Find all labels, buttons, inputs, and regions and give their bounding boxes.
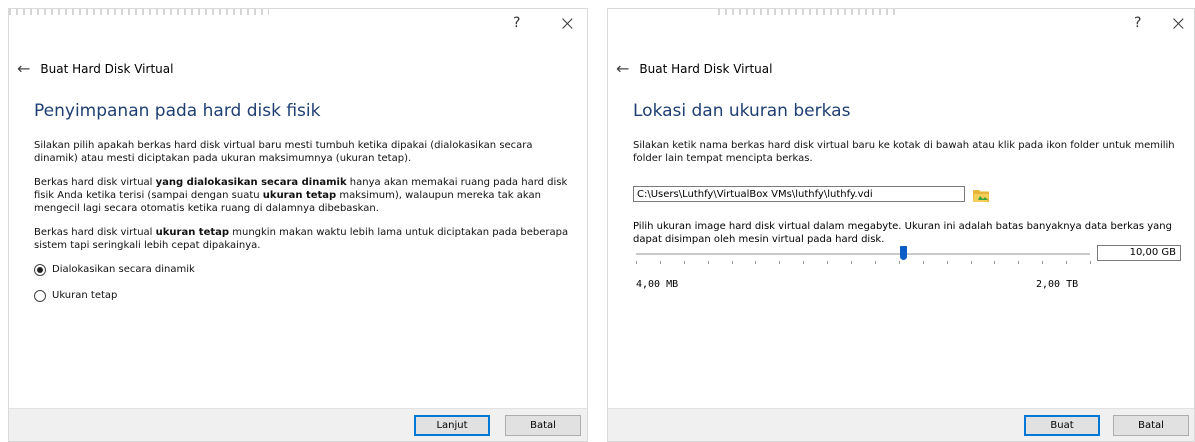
create-button[interactable]: Buat [1024,415,1100,436]
back-arrow-icon[interactable]: ← [616,59,629,78]
slider-tick [994,261,996,264]
slider-tick [659,261,661,264]
size-slider[interactable] [636,246,1091,279]
slider-tick [922,261,924,264]
help-button[interactable]: ? [513,15,520,31]
slider-tick [755,261,757,264]
slider-tick [851,261,853,264]
location-instructions: Silakan ketik nama berkas hard disk virt… [633,140,1175,164]
slider-tick [731,261,733,264]
fixed-description: Berkas hard disk virtual ukuran tetap mu… [34,227,569,251]
slider-tick [1018,261,1020,264]
button-bar: Lanjut Batal [9,408,587,441]
titlebar: ? × [608,9,1194,43]
slider-tick [803,261,805,264]
slider-tick [827,261,829,264]
file-path-input[interactable] [633,186,965,202]
slider-tick [636,261,637,264]
slider-tick [683,261,685,264]
size-instructions: Pilih ukuran image hard disk virtual dal… [633,221,1172,245]
intro-text: Silakan pilih apakah berkas hard disk vi… [34,140,533,164]
folder-icon[interactable] [973,187,989,202]
slider-tick [970,261,972,264]
size-input[interactable]: 10,00 GB [1097,245,1181,261]
slider-thumb[interactable] [900,246,907,260]
slider-tick [1066,261,1068,264]
radio-fixed-label: Ukuran tetap [52,290,118,301]
radio-fixed[interactable]: Ukuran tetap [34,289,579,302]
help-button[interactable]: ? [1134,15,1141,31]
page-title: Lokasi dan ukuran berkas [633,101,851,121]
dialog-storage-type: ? × ← Buat Hard Disk Virtual Penyimpanan… [8,8,588,442]
slider-tick [898,261,900,264]
close-button[interactable]: × [559,11,576,35]
slider-tick [1042,261,1044,264]
slider-tick [779,261,781,264]
cancel-button[interactable]: Batal [505,415,581,436]
back-arrow-icon[interactable]: ← [17,59,30,78]
slider-tick [1090,261,1091,264]
slider-tick [707,261,709,264]
dynamic-description: Berkas hard disk virtual yang dialokasik… [34,177,568,214]
path-row [633,186,989,202]
slider-tick [946,261,948,264]
wizard-title: Buat Hard Disk Virtual [639,61,773,76]
slider-tick [874,261,876,264]
close-button[interactable]: × [1170,11,1187,35]
size-max-label: 2,00 TB [1036,279,1079,290]
page-content: Silakan pilih apakah berkas hard disk vi… [34,139,579,315]
titlebar: ? × [9,9,587,43]
radio-selected-icon[interactable] [34,263,46,276]
wizard-header: ← Buat Hard Disk Virtual [17,59,173,78]
page-title: Penyimpanan pada hard disk fisik [34,101,321,121]
slider-ticks [636,261,1091,265]
button-bar: Buat Batal [608,408,1194,441]
wizard-title: Buat Hard Disk Virtual [40,61,174,76]
location-text: Silakan ketik nama berkas hard disk virt… [633,139,1181,176]
next-button[interactable]: Lanjut [414,415,490,436]
radio-dynamic[interactable]: Dialokasikan secara dinamik [34,263,579,276]
wizard-header: ← Buat Hard Disk Virtual [616,59,772,78]
radio-dynamic-label: Dialokasikan secara dinamik [52,264,195,275]
radio-unselected-icon[interactable] [34,289,46,302]
dialog-file-location: ? × ← Buat Hard Disk Virtual Lokasi dan … [607,8,1195,442]
cancel-button[interactable]: Batal [1113,415,1189,436]
slider-track[interactable] [636,253,1090,255]
size-min-label: 4,00 MB [636,279,679,290]
